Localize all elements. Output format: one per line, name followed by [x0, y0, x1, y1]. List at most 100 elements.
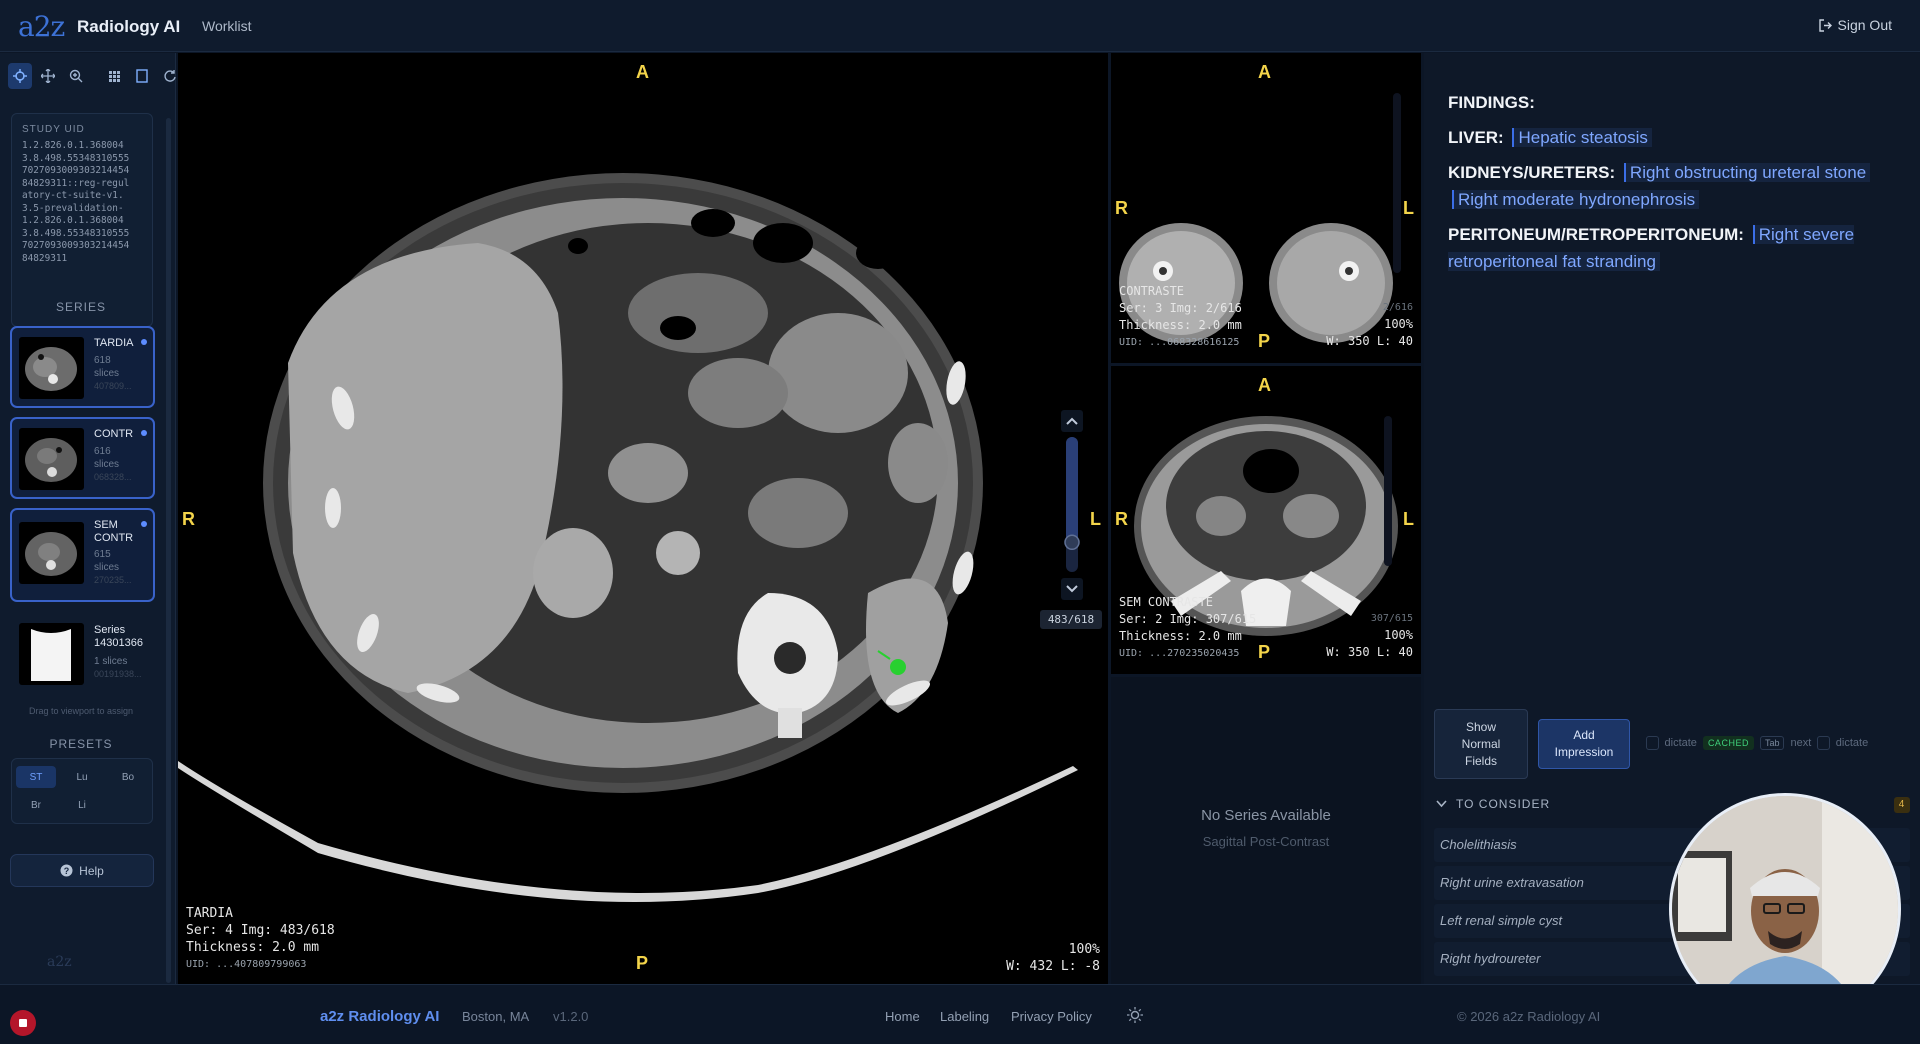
series-active-dot: [141, 339, 147, 345]
slice-readout: 483/618: [1040, 610, 1102, 629]
viewer-toolbar: [8, 63, 182, 91]
main-viewport[interactable]: A R L P TARDIA Ser: 4 Img: 483/618 Thick…: [178, 53, 1108, 984]
drag-hint: Drag to viewport to assign: [28, 706, 134, 716]
dictate-key-icon: [1646, 736, 1659, 750]
findings-text[interactable]: FINDINGS: LIVER: Hepatic steatosis KIDNE…: [1448, 81, 1903, 275]
series-name: TARDIA: [94, 337, 134, 349]
zoom-icon[interactable]: [64, 63, 88, 89]
window-level-overlay: W: 432 L: -8: [1006, 959, 1100, 974]
findings-title: FINDINGS:: [1448, 93, 1535, 112]
finding-section-liver: LIVER: Hepatic steatosis: [1448, 124, 1903, 151]
main-overlay-wl: 100% W: 432 L: -8: [1006, 941, 1100, 975]
series-slice-count: 618: [94, 355, 111, 366]
orient-right: L: [1403, 198, 1414, 218]
slice-down-button: [1061, 578, 1083, 600]
preset-br-button[interactable]: Br: [16, 794, 56, 816]
shortcut-dictate-label: dictate: [1835, 737, 1869, 749]
series-card[interactable]: Series 14301366 1 slices 00191938...: [10, 613, 155, 695]
orient-right: L: [1403, 509, 1414, 529]
sidebar-watermark-logo: a2z: [47, 954, 72, 970]
add-impression-button[interactable]: Add Impression: [1538, 719, 1630, 769]
top-bar: a2z Radiology AI Worklist Sign Out: [0, 0, 1920, 52]
series-heading: SERIES: [55, 300, 106, 314]
zoom-overlay: 100%: [1384, 628, 1413, 642]
orient-right: L: [1090, 509, 1101, 529]
sign-out-button[interactable]: Sign Out: [1818, 17, 1892, 33]
help-button[interactable]: ? Help: [10, 854, 154, 887]
to-consider-label: TO CONSIDER: [1456, 797, 1551, 811]
series-name: CONTR: [94, 428, 134, 440]
footer-link-privacy[interactable]: Privacy Policy: [1011, 1009, 1092, 1024]
finding-section-kidneys: KIDNEYS/URETERS: Right obstructing urete…: [1448, 159, 1903, 213]
uid-overlay: UID: ...068328616125: [1119, 337, 1240, 348]
stop-recording-button[interactable]: [10, 1010, 36, 1036]
svg-text:?: ?: [64, 866, 70, 876]
preset-li-button[interactable]: Li: [62, 794, 102, 816]
crosshair-icon[interactable]: [8, 63, 32, 89]
app-logo[interactable]: a2z: [18, 10, 65, 43]
series-thumbnail: [19, 623, 84, 685]
orient-top: A: [1258, 375, 1271, 395]
toolbar-divider: [92, 63, 98, 89]
ser-img-overlay: Ser: 3 Img: 2/616: [1119, 301, 1242, 315]
series-card[interactable]: CONTR 616 slices 068328...: [10, 417, 155, 499]
finding-chip[interactable]: Right obstructing ureteral stone: [1623, 163, 1871, 182]
orient-top: A: [1258, 62, 1271, 82]
app-name: Radiology AI: [77, 17, 181, 36]
ct-axial-image: [178, 173, 1078, 902]
show-normal-fields-button[interactable]: Show Normal Fields: [1434, 709, 1528, 779]
series-id: 270235...: [94, 575, 132, 585]
orient-left: R: [182, 509, 195, 529]
series-name-overlay: CONTRASTE: [1119, 284, 1185, 298]
no-series-title: No Series Available: [1201, 807, 1331, 824]
series-card[interactable]: TARDIA 618 slices 407809...: [10, 326, 155, 408]
pan-icon[interactable]: [36, 63, 60, 89]
uid-overlay: UID: ...407809799063: [186, 959, 307, 970]
keyboard-shortcuts: dictate CACHED Tab next dictate: [1646, 736, 1868, 750]
footer-link-labeling[interactable]: Labeling: [940, 1009, 989, 1024]
cached-badge: CACHED: [1702, 736, 1754, 750]
bottom-right-viewport[interactable]: No Series Available Sagittal Post-Contra…: [1111, 677, 1421, 984]
finding-chip[interactable]: Hepatic steatosis: [1512, 128, 1652, 147]
orient-left: R: [1115, 509, 1128, 529]
mid-right-viewport[interactable]: A R L P SEM CONTRASTE Ser: 2 Img: 307/61…: [1111, 366, 1421, 674]
orient-left: R: [1115, 198, 1128, 218]
study-info-card: STUDY UID 1.2.826.0.1.368004 3.8.498.553…: [11, 113, 153, 327]
single-layout-icon[interactable]: [130, 63, 154, 89]
footer-link-home[interactable]: Home: [885, 1009, 920, 1024]
preset-lu-button[interactable]: Lu: [62, 766, 102, 788]
dictate-key-icon: [1817, 736, 1830, 750]
top-right-viewport[interactable]: A R L P CONTRASTE Ser: 3 Img: 2/616 Thic…: [1111, 53, 1421, 363]
series-slice-count: 615: [94, 549, 111, 560]
shortcut-dictate-label: dictate: [1664, 737, 1697, 749]
study-uid-label: STUDY UID: [22, 124, 85, 135]
ser-img-overlay: Ser: 4 Img: 483/618: [186, 923, 335, 938]
theme-toggle-sun-icon[interactable]: [1127, 1007, 1143, 1028]
study-uid-value: 1.2.826.0.1.368004 3.8.498.55348310555 7…: [22, 140, 130, 264]
footer: a2z Radiology AI Boston, MA v1.2.0 Home …: [0, 984, 1920, 1044]
shortcut-next-label: next: [1790, 737, 1812, 749]
series-name-overlay: SEM CONTRASTE: [1119, 595, 1213, 609]
grid-layout-icon[interactable]: [102, 63, 126, 89]
tab-key: Tab: [1759, 736, 1785, 750]
series-id: 00191938...: [94, 669, 142, 679]
slice-fill: [1066, 437, 1078, 543]
series-card[interactable]: SEM CONTR 615 slices 270235...: [10, 508, 155, 602]
thickness-overlay: Thickness: 2.0 mm: [1119, 318, 1242, 332]
series-slice-unit: slices: [94, 459, 120, 470]
help-label: Help: [79, 863, 104, 878]
preset-bo-button[interactable]: Bo: [108, 766, 148, 788]
series-thumbnail: [19, 337, 84, 399]
slice-scroller[interactable]: [1057, 410, 1087, 600]
finding-chip[interactable]: Right moderate hydronephrosis: [1452, 190, 1700, 209]
to-consider-count-badge: 4: [1894, 797, 1910, 813]
preset-st-button[interactable]: ST: [16, 766, 56, 788]
nav-worklist-link[interactable]: Worklist: [202, 18, 252, 34]
stop-icon: [19, 1019, 27, 1027]
series-name-overlay: TARDIA: [186, 906, 233, 921]
sidebar-scrollbar[interactable]: [166, 118, 171, 983]
footer-brand[interactable]: a2z Radiology AI: [320, 1008, 439, 1025]
series-active-dot: [141, 430, 147, 436]
series-id: 407809...: [94, 381, 132, 391]
tr-overlay-info: CONTRASTE Ser: 3 Img: 2/616 Thickness: 2…: [1119, 283, 1242, 351]
